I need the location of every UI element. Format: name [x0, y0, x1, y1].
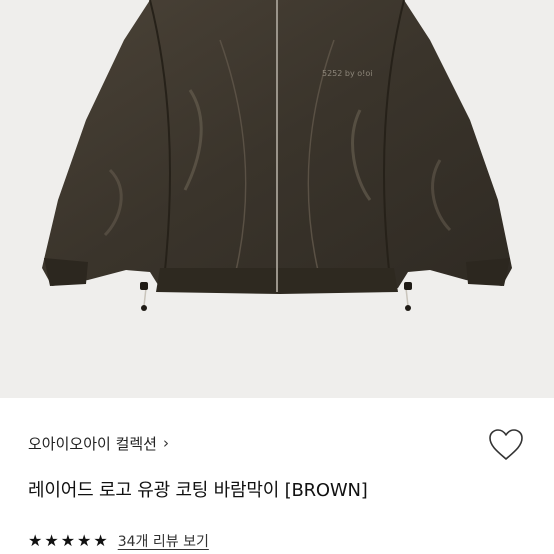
- jacket-logo: 5252 by o!oi: [322, 69, 372, 78]
- star-filled-icon: ★: [93, 531, 108, 550]
- chevron-right-icon: ›: [162, 434, 169, 452]
- brand-link[interactable]: 오아이오아이 컬렉션 ›: [28, 433, 169, 454]
- rating-stars: ★ ★ ★ ★ ★: [28, 533, 108, 549]
- star-filled-icon: ★: [77, 531, 92, 550]
- star-filled-icon: ★: [60, 531, 76, 550]
- star-filled-icon: ★: [44, 531, 59, 550]
- star-filled-icon: ★: [28, 531, 43, 550]
- jacket-illustration: 5252 by o!oi: [42, 0, 512, 311]
- product-title: 레이어드 로고 유광 코팅 바람막이 [BROWN]: [28, 480, 368, 501]
- heart-outline-icon[interactable]: [488, 428, 524, 462]
- brand-label: 오아이오아이 컬렉션: [28, 435, 157, 453]
- product-image[interactable]: 5252 by o!oi: [0, 0, 554, 398]
- review-link[interactable]: 34개 리뷰 보기: [118, 531, 209, 551]
- rating-row: ★ ★ ★ ★ ★ 34개 리뷰 보기: [28, 531, 209, 551]
